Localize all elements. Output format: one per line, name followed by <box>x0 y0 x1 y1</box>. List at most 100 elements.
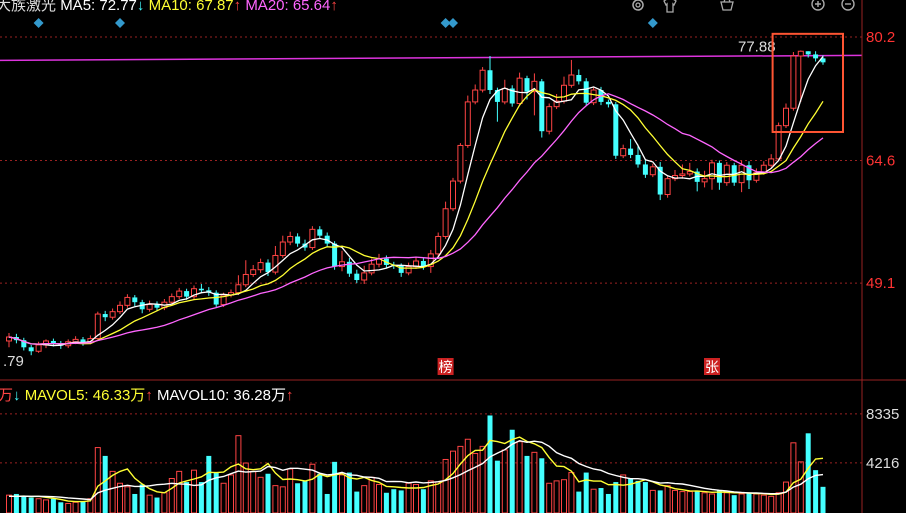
volume-bar <box>442 458 449 513</box>
volume-bar <box>6 494 12 513</box>
stock-chart: 77.88.79 80.264.649.183354216 榜张 <box>0 0 906 513</box>
shirt-icon[interactable] <box>662 0 678 14</box>
volume-bar <box>43 499 49 513</box>
volume-bar <box>820 486 826 513</box>
candle <box>672 169 678 182</box>
candle <box>516 72 523 106</box>
volume-bar <box>775 492 782 513</box>
volume-bar <box>58 502 64 513</box>
volume-bar <box>568 472 575 513</box>
candle-body <box>701 178 708 183</box>
volume-bar <box>790 442 797 513</box>
mavol10-label: MAVOL10: 36.28万 <box>156 387 286 404</box>
candle-body <box>642 164 648 175</box>
volume-bar <box>124 486 131 513</box>
volume-bar <box>184 482 190 513</box>
volume-bar <box>649 489 656 513</box>
candle-body <box>279 241 286 256</box>
volume-bar <box>279 486 286 513</box>
zoom-out-icon[interactable] <box>840 0 856 14</box>
candle <box>228 289 234 298</box>
stock-name: 大族激光 <box>0 0 57 14</box>
volume-bar <box>494 460 500 513</box>
candle-body <box>287 235 294 243</box>
candle-body <box>124 296 131 306</box>
volume-bar <box>398 490 404 513</box>
candle-body <box>524 78 530 92</box>
volume-down-arrow: ↓ <box>13 387 21 404</box>
mavol5-line <box>9 436 824 503</box>
candle <box>354 269 360 284</box>
gear-icon[interactable] <box>630 0 646 14</box>
candle <box>346 257 352 277</box>
candle <box>176 287 183 300</box>
candle <box>21 337 27 351</box>
candle-body <box>716 162 722 183</box>
candle <box>339 250 345 272</box>
volume-bar <box>768 495 775 513</box>
volume-bar <box>324 493 330 513</box>
candle-body <box>235 284 242 294</box>
volume-bar <box>80 501 86 513</box>
annotation-badge: 榜 <box>437 358 454 376</box>
candle <box>361 265 368 284</box>
candle <box>28 344 34 356</box>
ma5-down-arrow: ↓ <box>136 0 145 14</box>
reference-line-group: 77.88 .79 <box>0 38 863 370</box>
basket-icon[interactable] <box>719 0 735 14</box>
volume-bar <box>257 476 264 513</box>
candle-body <box>501 87 508 103</box>
zoom-in-icon[interactable] <box>810 0 826 14</box>
volume-bar <box>413 483 419 513</box>
price-axis-label: 49.1 <box>866 275 895 292</box>
volume-bar <box>642 482 648 513</box>
candle <box>649 163 656 178</box>
volume-bar <box>361 485 368 513</box>
volume-bar <box>620 474 627 513</box>
volume-bar <box>302 480 308 513</box>
candle <box>6 333 12 348</box>
candle <box>509 85 515 107</box>
volume-bar <box>553 480 560 513</box>
ma20-line <box>8 93 824 345</box>
candle-body <box>368 263 375 274</box>
candle-body <box>250 269 257 275</box>
candle <box>102 310 108 322</box>
volume-bar <box>339 474 345 513</box>
volume-bar <box>613 482 619 513</box>
candle-body <box>686 171 693 175</box>
candle-body <box>435 235 442 255</box>
candle <box>805 51 811 58</box>
candle <box>213 290 219 307</box>
candle-body <box>805 51 811 55</box>
candle-body <box>539 81 545 132</box>
volume-bar <box>139 484 145 513</box>
volume-bar <box>28 497 34 513</box>
candle-body <box>775 125 782 160</box>
volume-bar <box>524 455 530 513</box>
candle <box>80 337 86 346</box>
volume-bar <box>783 481 789 513</box>
price-axis: 80.2 64.6 49.1 8335 4216 <box>0 0 906 513</box>
annotations: 榜张 <box>437 358 720 376</box>
candle <box>146 300 153 312</box>
candle-body <box>102 314 108 318</box>
diamond-marker <box>115 18 125 28</box>
volume-bar <box>354 491 360 513</box>
candle <box>539 78 545 138</box>
volume-bar <box>479 445 486 513</box>
candle <box>628 139 634 159</box>
volume-bar <box>686 491 693 513</box>
candle <box>117 301 123 315</box>
volume-axis-label: 8335 <box>866 406 899 423</box>
volume-bar <box>672 489 678 513</box>
candle <box>657 162 663 201</box>
candle-body <box>457 144 464 182</box>
mavol10-up-arrow: ↑ <box>285 387 294 404</box>
moving-average-lines <box>8 56 824 347</box>
candle-body <box>35 344 42 352</box>
volume-bar <box>738 493 745 513</box>
volume-bar <box>420 489 426 513</box>
candle-body <box>649 166 656 176</box>
mavol5-label: MAVOL5: 46.33万 <box>24 387 146 404</box>
